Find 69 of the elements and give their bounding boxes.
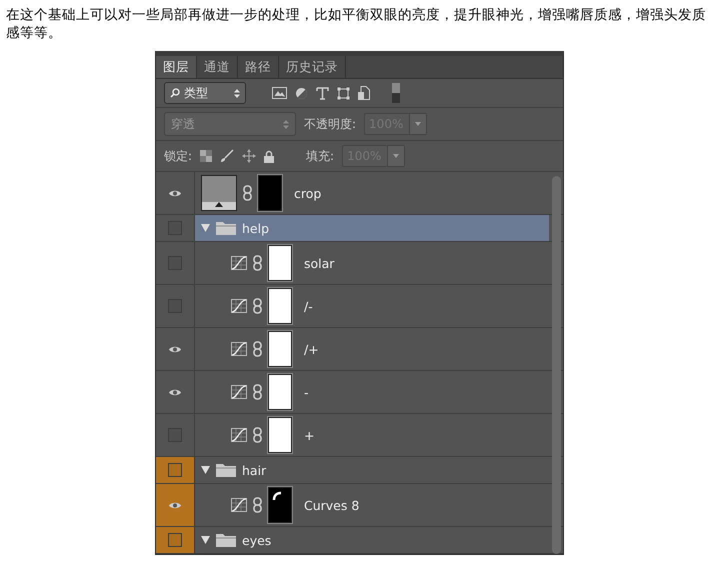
layer-name[interactable]: /+ — [304, 342, 319, 356]
expanded-triangle-icon[interactable] — [201, 466, 210, 474]
folder-icon — [216, 533, 236, 547]
layer-row[interactable]: /+ — [195, 328, 549, 370]
layer-name[interactable]: eyes — [242, 532, 272, 548]
paragraph: 在这个基础上可以对一些局部再做进一步的处理，比如平衡双眼的亮度，提升眼神光，增强嘴唇质感，增强头发质感等等。 — [6, 6, 707, 42]
curves-icon — [231, 385, 247, 399]
search-icon — [170, 88, 180, 98]
scrollbar[interactable] — [552, 176, 561, 554]
visibility-box[interactable] — [168, 463, 182, 477]
panel-tab[interactable]: 图层 — [156, 56, 197, 78]
curves-icon — [231, 498, 247, 512]
layer-row[interactable]: Curves 8 — [195, 484, 549, 526]
layer-name[interactable]: crop — [294, 186, 322, 200]
text-icon[interactable] — [316, 86, 329, 100]
chain-link-icon[interactable] — [253, 497, 262, 513]
eye-icon[interactable] — [168, 188, 182, 198]
layer-row[interactable]: - — [195, 371, 549, 413]
eye-icon[interactable] — [168, 344, 182, 354]
curves-icon — [231, 299, 247, 313]
eye-icon[interactable] — [168, 500, 182, 510]
curves-icon — [231, 342, 247, 356]
up-down-arrows-icon — [283, 120, 289, 128]
layer-group-row[interactable]: hair — [195, 457, 549, 483]
chain-link-icon[interactable] — [253, 255, 262, 271]
visibility-cell[interactable] — [156, 484, 195, 526]
layer-group-row[interactable]: eyes — [195, 527, 549, 553]
up-down-arrows-icon — [234, 88, 240, 98]
chain-link-icon[interactable] — [243, 185, 252, 201]
layer-row[interactable]: /- — [195, 285, 549, 327]
layer-row[interactable]: + — [195, 414, 549, 456]
visibility-cell[interactable] — [156, 457, 195, 483]
layer-row[interactable]: solar — [195, 242, 549, 284]
layer-name[interactable]: /- — [304, 298, 313, 314]
brush-icon[interactable] — [220, 149, 234, 163]
lock-label: 锁定: — [164, 148, 192, 164]
move-arrows-icon[interactable] — [242, 149, 256, 163]
layer-name[interactable]: hair — [242, 462, 266, 478]
visibility-box[interactable] — [168, 533, 182, 547]
layer-name[interactable]: - — [304, 384, 309, 400]
checkerboard-icon[interactable] — [200, 150, 212, 162]
layer-name[interactable]: help — [242, 220, 270, 236]
curves-icon — [231, 428, 247, 442]
opacity-label: 不透明度: — [304, 116, 356, 132]
layer-group-row[interactable]: help — [195, 215, 549, 241]
chain-link-icon[interactable] — [253, 341, 262, 357]
image-icon[interactable] — [272, 87, 287, 99]
layer-name[interactable]: solar — [304, 256, 334, 270]
shape-icon[interactable] — [337, 86, 350, 100]
document-icon[interactable] — [358, 86, 370, 100]
chain-link-icon[interactable] — [253, 384, 262, 400]
fill-label: 填充: — [306, 148, 334, 164]
layer-name[interactable]: + — [304, 428, 314, 442]
expanded-triangle-icon[interactable] — [201, 224, 210, 232]
chain-link-icon[interactable] — [253, 427, 262, 443]
layer-row[interactable]: crop — [195, 172, 549, 214]
folder-icon — [216, 463, 236, 477]
chain-link-icon[interactable] — [253, 298, 262, 314]
expanded-triangle-icon[interactable] — [201, 536, 210, 544]
filter-dropdown[interactable]: 类型 — [164, 82, 246, 104]
curves-icon — [231, 256, 247, 270]
padlock-icon[interactable] — [264, 150, 274, 162]
layer-thumbnail — [201, 175, 237, 211]
layer-name[interactable]: Curves 8 — [304, 498, 360, 512]
eye-icon[interactable] — [168, 388, 182, 396]
half-circle-icon[interactable] — [295, 86, 308, 100]
folder-icon — [216, 221, 236, 235]
visibility-cell[interactable] — [156, 527, 195, 553]
toggle-switch-icon[interactable] — [392, 83, 400, 103]
